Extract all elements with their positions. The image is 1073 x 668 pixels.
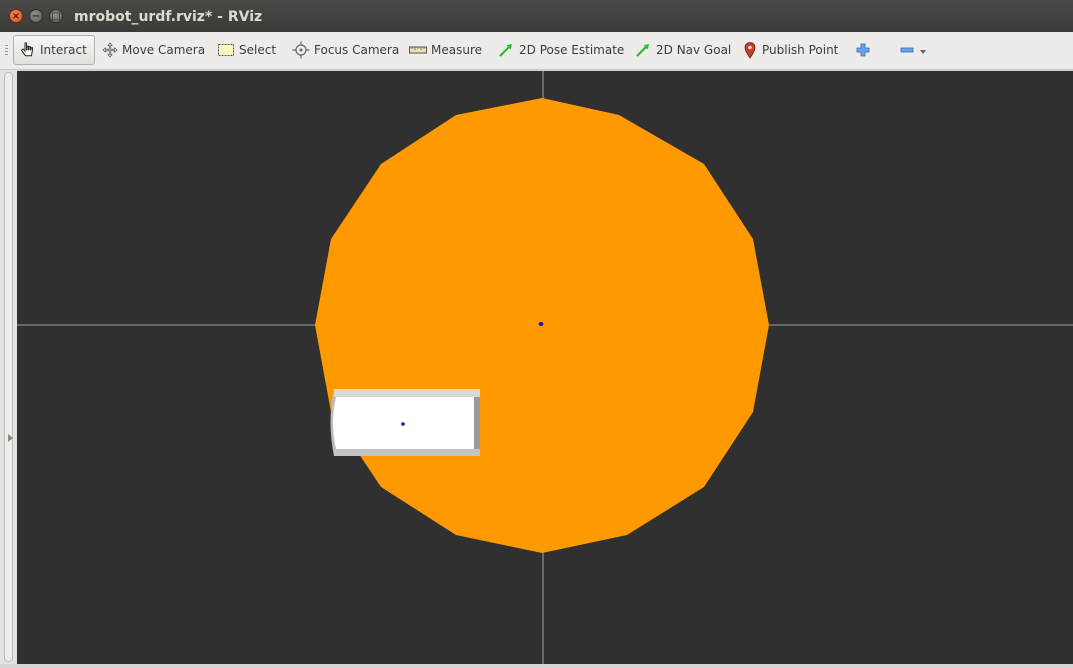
minus-icon xyxy=(900,47,914,53)
remove-tool-button[interactable] xyxy=(896,35,936,65)
render-viewport[interactable] xyxy=(17,71,1073,664)
tool-publish-point[interactable]: Publish Point xyxy=(738,35,842,65)
green-arrow-icon xyxy=(499,44,512,57)
tool-select[interactable]: Select xyxy=(213,35,280,65)
tool-move-camera[interactable]: Move Camera xyxy=(98,35,209,65)
wheel-frame-marker xyxy=(401,422,405,426)
window-titlebar[interactable]: × − □ mrobot_urdf.rviz* - RViz xyxy=(0,0,1073,32)
left-panel-scrollbar[interactable] xyxy=(4,72,13,662)
tool-2d-pose-estimate[interactable]: 2D Pose Estimate xyxy=(493,35,628,65)
scene-canvas[interactable] xyxy=(17,71,1073,664)
tool-focus-camera[interactable]: Focus Camera xyxy=(288,35,403,65)
close-window-button[interactable]: × xyxy=(9,9,23,23)
tools-toolbar: Interact Move Camera Select Focus Camera… xyxy=(0,32,1073,70)
plus-icon xyxy=(856,43,870,57)
tool-label: 2D Nav Goal xyxy=(656,43,732,57)
map-pin-icon xyxy=(744,42,756,59)
focus-crosshair-icon xyxy=(292,41,310,59)
tool-measure[interactable]: Measure xyxy=(405,35,486,65)
robot-wheel-link xyxy=(330,389,480,456)
ruler-icon xyxy=(409,46,427,54)
tool-label: Focus Camera xyxy=(314,43,400,57)
toolbar-grip-handle[interactable] xyxy=(5,45,8,57)
minimize-window-button[interactable]: − xyxy=(29,9,43,23)
bottom-status-strip xyxy=(0,664,1073,668)
tool-label: Interact xyxy=(40,43,87,57)
maximize-window-button[interactable]: □ xyxy=(49,9,63,23)
tool-2d-nav-goal[interactable]: 2D Nav Goal xyxy=(630,35,735,65)
hand-pointer-icon xyxy=(20,42,33,57)
tool-interact[interactable]: Interact xyxy=(13,35,95,65)
window-title: mrobot_urdf.rviz* - RViz xyxy=(74,9,263,25)
tool-label: Measure xyxy=(431,43,482,57)
left-dock-panel xyxy=(0,70,17,668)
tool-label: Publish Point xyxy=(762,43,839,57)
expand-panel-arrow-icon[interactable] xyxy=(8,434,13,442)
tool-label: Move Camera xyxy=(122,43,206,57)
select-rect-icon xyxy=(218,44,234,56)
add-tool-button[interactable] xyxy=(852,35,878,65)
chevron-down-icon xyxy=(920,50,926,54)
base-frame-marker xyxy=(538,322,544,326)
tool-label: 2D Pose Estimate xyxy=(519,43,625,57)
tool-label: Select xyxy=(239,43,277,57)
green-arrow-icon xyxy=(636,44,649,57)
move-camera-icon xyxy=(102,42,118,58)
